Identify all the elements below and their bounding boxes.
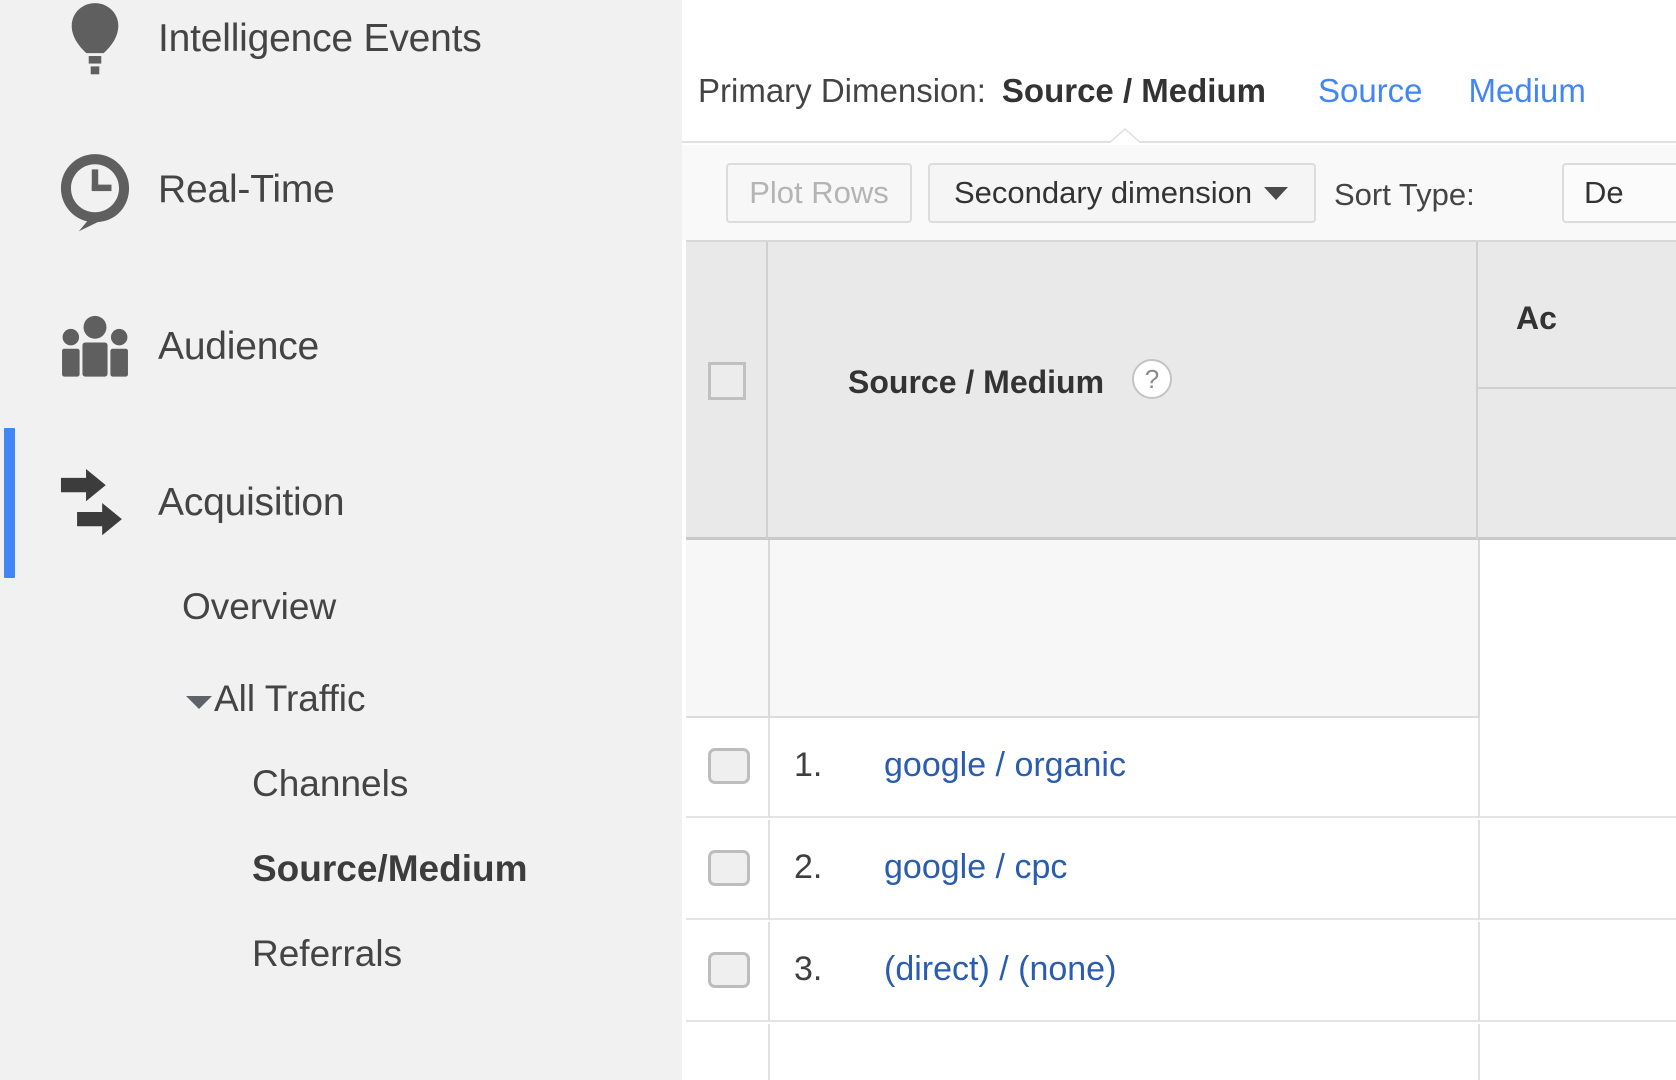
balloon-icon [52, 0, 138, 82]
row-index: 3. [794, 950, 823, 988]
column-divider [1478, 1024, 1480, 1080]
people-icon [52, 304, 138, 390]
row-index: 1. [794, 746, 823, 784]
column-divider [1478, 922, 1480, 1022]
sidebar-item-audience[interactable]: Audience [0, 272, 682, 422]
sidebar-item-overview[interactable]: Overview [0, 564, 682, 650]
active-tab-caret-icon [1108, 130, 1142, 145]
sidebar-item-acquisition[interactable]: Acquisition [0, 428, 682, 578]
primary-dimension-label: Primary Dimension: [698, 72, 986, 109]
sidebar-item-all-traffic[interactable]: All Traffic [0, 656, 682, 742]
select-all-checkbox[interactable] [708, 362, 746, 400]
primary-dimension-bar: Primary Dimension: Source / Medium Sourc… [682, 0, 1676, 143]
arrows-right-icon [52, 460, 138, 546]
table-summary-row [686, 540, 1676, 718]
column-divider [768, 922, 770, 1022]
column-divider [1478, 718, 1480, 818]
column-divider [1478, 820, 1480, 920]
primary-dimension-row: Primary Dimension: Source / Medium Sourc… [698, 72, 1632, 110]
chevron-down-icon[interactable] [186, 696, 212, 709]
column-divider [1478, 540, 1480, 718]
sort-type-dropdown[interactable]: De [1562, 163, 1676, 223]
table-row[interactable]: 3. (direct) / (none) [686, 922, 1676, 1022]
source-medium-table: Source / Medium ? Ac 1. google / organic… [682, 240, 1676, 1080]
row-select-checkbox[interactable] [708, 952, 750, 988]
sort-type-label: Sort Type: [1334, 177, 1475, 212]
table-toolbar: Plot Rows Secondary dimension Sort Type:… [682, 145, 1676, 240]
summary-metric-cell [1480, 540, 1676, 718]
row-dimension-link[interactable]: (direct) / (none) [884, 950, 1116, 989]
primary-dimension-tab-medium[interactable]: Medium [1469, 72, 1586, 110]
active-nav-indicator [4, 428, 15, 578]
sidebar-item-label: Real-Time [158, 168, 335, 211]
table-header-dimension-cell[interactable]: Source / Medium ? [768, 242, 1478, 539]
sidebar-subitem-label: Channels [252, 763, 409, 804]
row-select-checkbox[interactable] [708, 850, 750, 886]
secondary-dimension-label: Secondary dimension [954, 175, 1253, 210]
sidebar-subitem-label: Source/Medium [252, 848, 528, 889]
table-header-checkbox-cell [686, 242, 768, 539]
primary-dimension-active-tab[interactable]: Source / Medium [1002, 72, 1266, 110]
clock-speech-icon [52, 147, 138, 233]
sidebar-item-intelligence-events[interactable]: Intelligence Events [0, 0, 682, 114]
chevron-down-icon [1264, 186, 1288, 200]
row-dimension-link[interactable]: google / cpc [884, 848, 1067, 887]
column-divider [768, 820, 770, 920]
metric-group-header: Ac [1478, 242, 1676, 389]
analytics-report-page: Intelligence Events Real-Time Audience A… [0, 0, 1676, 1080]
table-header-row: Source / Medium ? Ac [686, 240, 1676, 540]
sidebar-item-channels[interactable]: Channels [0, 741, 682, 827]
table-header-metric-cell: Ac [1478, 242, 1676, 539]
row-select-checkbox[interactable] [708, 748, 750, 784]
column-divider [768, 718, 770, 818]
primary-dimension-tab-source[interactable]: Source [1318, 72, 1423, 110]
sidebar-item-real-time[interactable]: Real-Time [0, 115, 682, 265]
column-divider [768, 1024, 770, 1080]
sidebar-item-label: Acquisition [158, 481, 345, 524]
secondary-dimension-dropdown[interactable]: Secondary dimension [928, 163, 1316, 223]
table-row[interactable] [686, 1024, 1676, 1080]
report-content-area: Primary Dimension: Source / Medium Sourc… [682, 0, 1676, 1080]
sidebar-item-source-medium[interactable]: Source/Medium [0, 826, 682, 912]
sidebar-item-referrals[interactable]: Referrals [0, 911, 682, 997]
sidebar-subitem-label: Overview [182, 586, 337, 627]
table-row[interactable]: 2. google / cpc [686, 820, 1676, 920]
plot-rows-button[interactable]: Plot Rows [726, 163, 912, 223]
sidebar-subitem-label: All Traffic [214, 678, 366, 719]
row-index: 2. [794, 848, 823, 886]
column-header-source-medium: Source / Medium [848, 364, 1105, 400]
metric-group-label: Ac [1516, 300, 1557, 336]
sidebar-subitem-label: Referrals [252, 933, 403, 974]
help-icon[interactable]: ? [1132, 359, 1172, 399]
row-dimension-link[interactable]: google / organic [884, 746, 1126, 785]
sidebar-item-label: Intelligence Events [158, 17, 482, 60]
left-sidebar-nav: Intelligence Events Real-Time Audience A… [0, 0, 682, 1080]
table-row[interactable]: 1. google / organic [686, 718, 1676, 818]
sidebar-item-label: Audience [158, 325, 320, 368]
column-divider [768, 540, 770, 718]
